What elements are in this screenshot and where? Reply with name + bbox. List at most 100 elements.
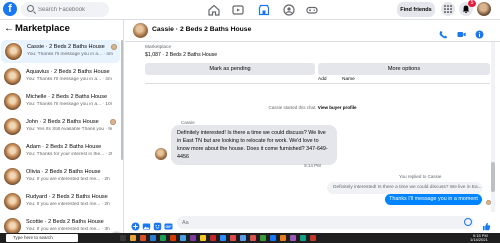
- outgoing-message-bubble[interactable]: Thanks I'll message you in a moment: [385, 194, 482, 205]
- avatar: [3, 167, 22, 186]
- chrome-icon[interactable]: [200, 235, 206, 241]
- incoming-message-bubble[interactable]: Definitely interested! Is there a time w…: [171, 125, 337, 165]
- divider: [145, 83, 490, 84]
- task-view-icon[interactable]: [120, 235, 126, 241]
- inbox-scrollbar[interactable]: [121, 40, 123, 160]
- app-icon[interactable]: [180, 235, 186, 241]
- taskbar-clock[interactable]: 9:15 PM 1/14/2021: [470, 234, 488, 242]
- conversation-snippet: You: Yes Its Still Available Thank you ·…: [26, 127, 112, 132]
- app-icon[interactable]: [240, 235, 246, 241]
- app-icon[interactable]: [220, 235, 226, 241]
- avatar: [3, 67, 22, 86]
- listing-summary[interactable]: Marketplace $1,087 · 2 Beds 2 Baths Hous…: [125, 42, 500, 62]
- search-input[interactable]: [38, 2, 106, 17]
- app-icon[interactable]: [150, 235, 156, 241]
- marketplace-inbox-panel: ← Marketplace Cassie · 2 Beds 2 Baths Ho…: [0, 20, 124, 233]
- conversation-panel: Cassie · 2 Beds 2 Baths House Marketplac…: [125, 20, 500, 233]
- conversation-item[interactable]: John · 2 Beds 2 Baths House You: Yes Its…: [0, 115, 122, 138]
- menu-grid-button[interactable]: [441, 2, 455, 16]
- image-icon[interactable]: [142, 218, 151, 230]
- conversation-snippet: You: Thanks I'll message you in a... · 4…: [27, 52, 113, 57]
- add-tab[interactable]: Add: [318, 77, 327, 82]
- top-nav-bar: f Find friends 5: [0, 0, 500, 20]
- app-icon[interactable]: [170, 235, 176, 241]
- app-icon[interactable]: [260, 235, 266, 241]
- conversation-snippet: You: If you are interested text me... · …: [26, 227, 110, 232]
- clock-date: 1/14/2021: [470, 237, 488, 242]
- app-icon[interactable]: [230, 235, 236, 241]
- conversation-item[interactable]: Olivia · 2 Beds 2 Baths House You: If yo…: [0, 165, 122, 188]
- conversation-item[interactable]: Aquavius · 2 Beds 2 Baths House You: Tha…: [0, 65, 122, 88]
- app-icon[interactable]: [300, 235, 306, 241]
- app-icon[interactable]: [280, 235, 286, 241]
- app-icon[interactable]: [250, 235, 256, 241]
- notifications-button[interactable]: 5: [459, 0, 476, 16]
- conversation-item[interactable]: Cassie · 2 Beds 2 Baths House You: Thank…: [1, 40, 120, 63]
- conversation-item[interactable]: Scottie · 2 Beds 2 Baths House You: If y…: [0, 215, 122, 233]
- emoji-icon[interactable]: [464, 218, 472, 226]
- app-icon[interactable]: [140, 235, 146, 241]
- app-icon[interactable]: [310, 235, 316, 241]
- conversation-snippet: You: If you are interested text me... · …: [26, 177, 110, 182]
- back-arrow-icon[interactable]: ←: [4, 23, 14, 34]
- search-icon: [27, 5, 34, 12]
- groups-icon[interactable]: [283, 3, 295, 16]
- like-icon[interactable]: [482, 218, 491, 231]
- more-options-button[interactable]: More options: [318, 63, 490, 75]
- conversation-scrollbar[interactable]: [491, 42, 495, 212]
- conversation-item[interactable]: Rudyard · 2 Beds 2 Baths House You: If y…: [0, 190, 122, 213]
- app-icon[interactable]: [210, 235, 216, 241]
- conversation-title[interactable]: Cassie · 2 Beds 2 Baths House: [152, 26, 251, 33]
- avatar: [4, 42, 23, 61]
- conversation-title: Adam · 2 Beds 2 Baths House: [26, 144, 102, 150]
- app-icon[interactable]: [270, 235, 276, 241]
- mark-as-pending-button[interactable]: Mark as pending: [145, 63, 315, 75]
- message-input[interactable]: [177, 216, 474, 229]
- name-tab[interactable]: Name: [342, 77, 355, 82]
- system-text: Cassie started this chat.: [268, 105, 317, 110]
- conversation-item[interactable]: Adam · 2 Beds 2 Baths House You: Thanks …: [0, 140, 122, 163]
- plus-icon[interactable]: [131, 218, 140, 231]
- taskbar-search[interactable]: Type here to search: [6, 234, 78, 242]
- gif-icon[interactable]: GIF: [164, 218, 173, 230]
- quoted-message[interactable]: Definitely interested! Is there a time w…: [327, 182, 482, 194]
- profile-avatar[interactable]: [477, 2, 491, 16]
- video-call-icon[interactable]: [457, 26, 466, 37]
- facebook-logo[interactable]: f: [3, 2, 17, 16]
- conversation-title: Aquavius · 2 Beds 2 Baths House: [26, 69, 110, 75]
- app-icon[interactable]: [160, 235, 166, 241]
- read-receipt-avatar: [111, 44, 117, 50]
- avatar: [3, 117, 22, 136]
- marketplace-icon[interactable]: [258, 3, 270, 16]
- search-box[interactable]: [21, 2, 109, 17]
- conversation-snippet: You: Thanks for your interest in the... …: [26, 152, 112, 157]
- message-composer: GIF: [125, 213, 500, 233]
- sender-avatar[interactable]: [155, 148, 167, 160]
- replied-label: You replied to Cassie: [399, 174, 442, 179]
- read-receipt-avatar: [110, 119, 116, 125]
- grid-icon: [444, 5, 452, 13]
- gaming-icon[interactable]: [306, 3, 318, 15]
- info-icon[interactable]: [475, 26, 484, 39]
- app-icon[interactable]: [290, 235, 296, 241]
- system-message: Cassie started this chat. View buyer pro…: [125, 105, 500, 110]
- home-icon[interactable]: [208, 3, 220, 16]
- conversation-snippet: You: Thanks I'll message you in a... · 1…: [26, 102, 112, 107]
- inbox-header: ← Marketplace: [0, 20, 123, 40]
- app-icon[interactable]: [190, 235, 196, 241]
- conversation-snippet: You: If you are interested text me... · …: [26, 202, 110, 207]
- conversation-header: Cassie · 2 Beds 2 Baths House: [125, 20, 500, 42]
- file-explorer-icon[interactable]: [130, 235, 136, 241]
- sticker-icon[interactable]: [153, 218, 162, 231]
- phone-icon[interactable]: [439, 26, 448, 39]
- avatar: [3, 92, 22, 111]
- conversation-title: Scottie · 2 Beds 2 Baths House: [26, 219, 104, 225]
- avatar: [3, 142, 22, 161]
- view-buyer-profile-link[interactable]: View buyer profile: [318, 105, 357, 110]
- conversation-title: Rudyard · 2 Beds 2 Baths House: [26, 194, 108, 200]
- conversation-item[interactable]: Michelle · 2 Beds 2 Baths House You: Tha…: [0, 90, 122, 113]
- find-friends-button[interactable]: Find friends: [397, 2, 435, 17]
- conversation-title: Olivia · 2 Beds 2 Baths House: [26, 169, 101, 175]
- watch-icon[interactable]: [232, 3, 244, 15]
- avatar[interactable]: [133, 23, 148, 38]
